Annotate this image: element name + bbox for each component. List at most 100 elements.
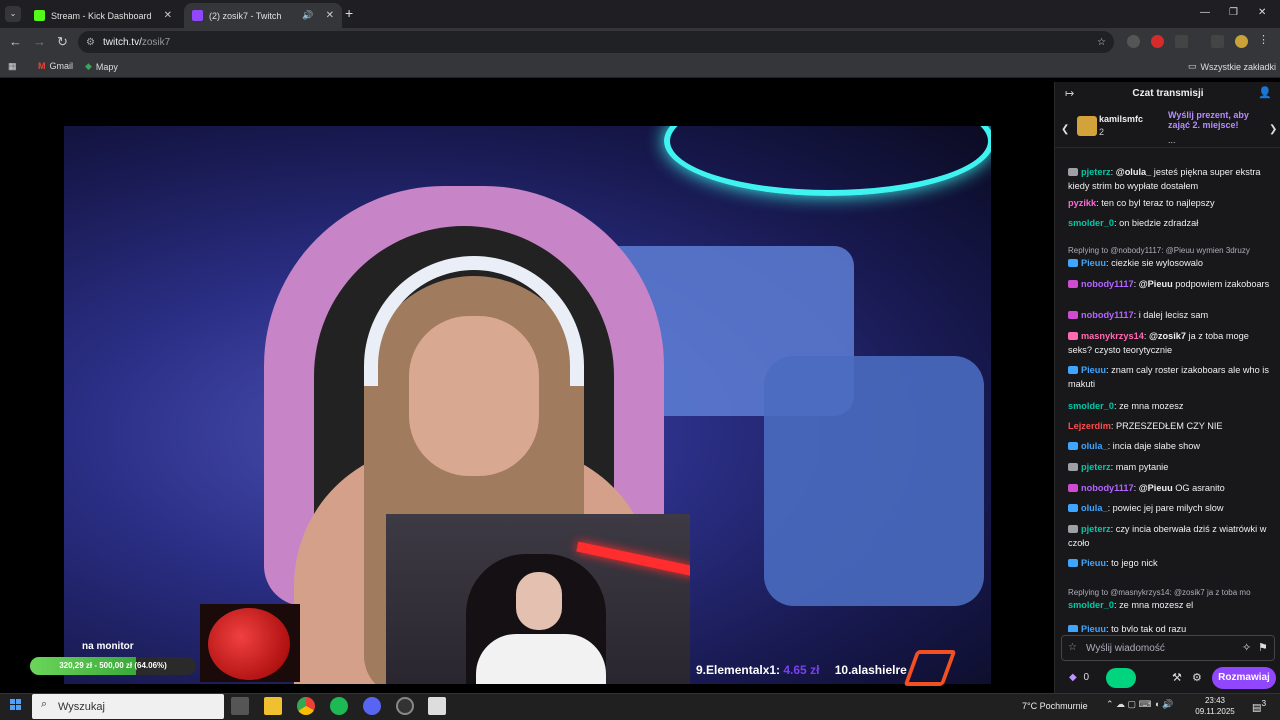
chat-username[interactable]: pjeterz — [1081, 524, 1111, 534]
chat-username[interactable]: Pieuu — [1081, 624, 1106, 632]
community-icon[interactable]: 👤 — [1258, 86, 1272, 99]
close-tab-icon[interactable]: ✕ — [164, 10, 172, 21]
chat-username[interactable]: pjeterz — [1081, 462, 1111, 472]
url-bar[interactable]: ⚙ twitch.tv/zosik7 ☆ — [78, 31, 1114, 53]
chat-username[interactable]: smolder_0 — [1068, 218, 1114, 228]
user-badge-icon[interactable] — [1068, 525, 1078, 533]
tab-search-button[interactable]: ⌄ — [5, 6, 21, 22]
chat-message: nobody1117: @Pieuu OG asranito — [1068, 482, 1274, 496]
chat-message: pyzikk: ten co byl teraz to najlepszy — [1068, 197, 1274, 211]
reply-context: Replying to @masnykrzys14: @zosik7 ja z … — [1068, 588, 1251, 597]
chat-mention[interactable]: @zosik7 — [1149, 331, 1186, 341]
user-badge-icon[interactable] — [1068, 311, 1078, 319]
chat-mention[interactable]: @Pieuu — [1139, 279, 1173, 289]
donation-ticker: 9.Elementalx1: 4.65 zł 10.alashielre — [696, 663, 907, 677]
chat-username[interactable]: Pieuu — [1081, 558, 1106, 568]
bookmark-maps[interactable]: ◆ Mapy — [85, 61, 118, 72]
chat-username[interactable]: nobody1117 — [1081, 279, 1134, 289]
chat-username[interactable]: nobody1117 — [1081, 483, 1134, 493]
notification-center[interactable]: ▤3 — [1252, 698, 1266, 713]
all-bookmarks-button[interactable]: ▭ Wszystkie zakładki — [1188, 61, 1276, 72]
channel-points-icon[interactable]: ☆ — [1068, 642, 1077, 653]
menu-icon[interactable]: ⋮ — [1258, 33, 1271, 46]
chat-message: Pieuu: znam caly roster izakoboars ale w… — [1068, 364, 1274, 391]
chat-username[interactable]: smolder_0 — [1068, 401, 1114, 411]
user-badge-icon[interactable] — [1068, 259, 1078, 267]
new-tab-button[interactable]: + — [345, 5, 353, 21]
extension-icon[interactable] — [1151, 35, 1164, 48]
bookmark-label: Gmail — [49, 61, 74, 71]
speaker-icon[interactable]: 🔊 — [302, 10, 313, 21]
mod-tools-icon[interactable]: ⚒ — [1172, 671, 1182, 684]
user-badge-icon[interactable] — [1068, 442, 1078, 450]
windows-start-icon[interactable] — [10, 699, 22, 711]
minimize-button[interactable]: — — [1200, 7, 1210, 18]
taskbar-search[interactable]: Wyszukaj — [32, 694, 224, 719]
user-badge-icon[interactable] — [1068, 484, 1078, 492]
user-badge-icon[interactable] — [1068, 625, 1078, 632]
treasure-chest-button[interactable] — [1106, 668, 1136, 688]
reload-button[interactable]: ↻ — [57, 34, 68, 50]
send-chat-button[interactable]: Rozmawiaj — [1212, 667, 1276, 689]
chat-message: Pieuu: ciezkie sie wylosowalo — [1068, 257, 1274, 271]
chevron-right-icon[interactable]: ❯ — [1269, 124, 1277, 135]
chat-username[interactable]: Lejzerdim — [1068, 421, 1111, 431]
collapse-chat-icon[interactable]: ↦ — [1065, 87, 1074, 100]
chat-mention[interactable]: @Pieuu — [1139, 483, 1173, 493]
user-badge-icon[interactable] — [1068, 332, 1078, 340]
chat-settings-icon[interactable]: ⚙ — [1192, 671, 1202, 684]
twitch-favicon-icon — [192, 10, 203, 21]
chat-username[interactable]: pjeterz — [1081, 167, 1111, 177]
media-control-icon[interactable] — [1211, 35, 1224, 48]
chat-username[interactable]: olula_ — [1081, 441, 1108, 451]
tab-title: Stream - Kick Dashboard — [51, 10, 152, 21]
user-badge-icon[interactable] — [1068, 366, 1078, 374]
apps-grid-icon[interactable]: ▦ — [8, 61, 17, 72]
notification-count: 3 — [1261, 698, 1267, 708]
chat-username[interactable]: smolder_0 — [1068, 600, 1114, 610]
restore-button[interactable]: ❐ — [1229, 7, 1238, 18]
chat-username[interactable]: pyzikk — [1068, 198, 1096, 208]
chat-text: OG asranito — [1172, 483, 1225, 493]
back-button[interactable]: ← — [9, 34, 22, 49]
close-window-button[interactable]: ✕ — [1258, 7, 1266, 18]
user-badge-icon[interactable] — [1068, 504, 1078, 512]
extensions-puzzle-icon[interactable] — [1175, 35, 1188, 48]
file-explorer-icon[interactable] — [264, 697, 282, 715]
user-badge-icon[interactable] — [1068, 168, 1078, 176]
chevron-left-icon[interactable]: ❮ — [1061, 124, 1069, 135]
obs-icon[interactable] — [396, 697, 414, 715]
chrome-icon[interactable] — [297, 697, 315, 715]
tab-twitch[interactable]: (2) zosik7 - Twitch 🔊 ✕ — [184, 3, 342, 28]
chat-username[interactable]: olula_ — [1081, 503, 1108, 513]
chat-username[interactable]: Pieuu — [1081, 258, 1106, 268]
tray-icons[interactable]: ⌃ ☁ ▢ ⌨ ◖ 🔊 — [1106, 699, 1173, 710]
channel-points[interactable]: ◆ 0 — [1069, 672, 1089, 683]
chat-mention[interactable]: @olula_ — [1116, 167, 1152, 177]
gift-cta[interactable]: Wyślij prezent, aby zająć 2. miejsce! — [1168, 110, 1268, 130]
forward-button[interactable]: → — [33, 34, 46, 49]
discord-icon[interactable] — [363, 697, 381, 715]
site-info-icon[interactable]: ⚙ — [86, 37, 95, 48]
emote-picker-icon[interactable]: ✧ — [1242, 641, 1251, 654]
chat-text: to jego nick — [1111, 558, 1158, 568]
task-view-icon[interactable] — [231, 697, 249, 715]
user-badge-icon[interactable] — [1068, 463, 1078, 471]
weather-widget[interactable]: 7°C Pochmurnie — [1022, 701, 1088, 711]
extension-icon[interactable] — [1127, 35, 1140, 48]
chat-username[interactable]: nobody1117 — [1081, 310, 1134, 320]
spotify-icon[interactable] — [330, 697, 348, 715]
taskbar-clock[interactable]: 23:43 09.11.2025 — [1195, 695, 1235, 717]
chat-username[interactable]: masnykrzys14 — [1081, 331, 1144, 341]
user-badge-icon[interactable] — [1068, 280, 1078, 288]
profile-avatar[interactable] — [1235, 35, 1248, 48]
leaderboard-user[interactable]: kamilsmfc — [1099, 114, 1143, 124]
tab-kick-dashboard[interactable]: Stream - Kick Dashboard ✕ — [26, 3, 180, 28]
bookmark-star-icon[interactable]: ☆ — [1097, 37, 1106, 48]
bookmark-gmail[interactable]: M Gmail — [38, 61, 73, 71]
bits-icon[interactable]: ⚑ — [1258, 641, 1268, 654]
chat-username[interactable]: Pieuu — [1081, 365, 1106, 375]
close-tab-icon[interactable]: ✕ — [326, 10, 334, 21]
app-window-icon[interactable] — [428, 697, 446, 715]
user-badge-icon[interactable] — [1068, 559, 1078, 567]
